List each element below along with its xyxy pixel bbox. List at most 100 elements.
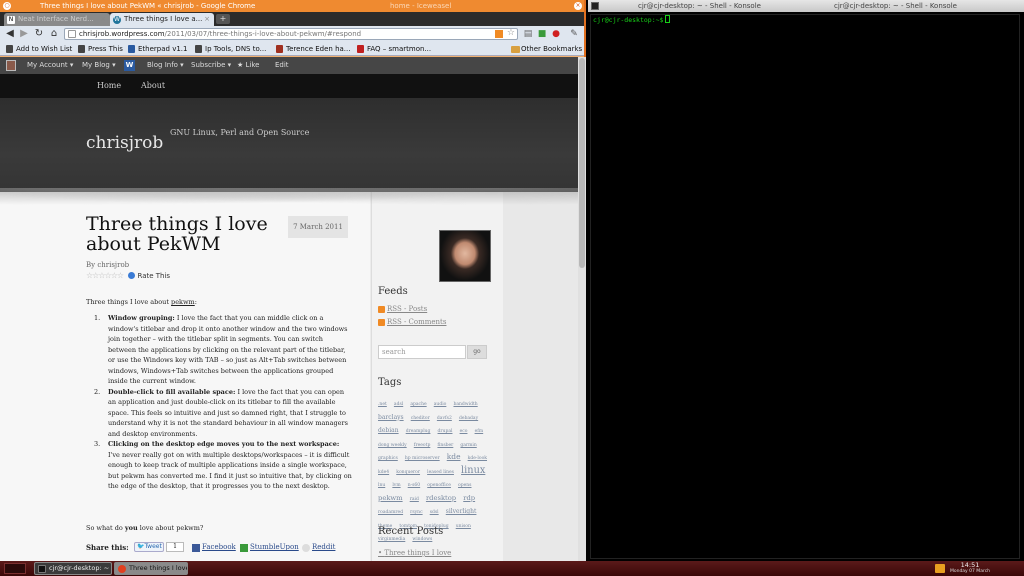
- tag-link[interactable]: linux: [461, 465, 485, 476]
- tag-link[interactable]: .net: [378, 402, 387, 407]
- tag-link[interactable]: davfs2: [437, 416, 452, 421]
- tag-link[interactable]: debian: [378, 427, 399, 434]
- tag-link[interactable]: virginmedia: [378, 537, 405, 542]
- tag-link[interactable]: debaday: [459, 416, 478, 421]
- back-icon[interactable]: ◀: [4, 28, 16, 40]
- other-bookmarks-folder[interactable]: Other Bookmarks: [511, 42, 582, 56]
- konsole-titlebar[interactable]: cjr@cjr-desktop: ~ - Shell - Konsole cjr…: [588, 0, 1024, 12]
- tag-link[interactable]: rdesktop: [426, 494, 456, 502]
- pekwm-link[interactable]: pekwm: [171, 298, 195, 306]
- post-title[interactable]: Three things I love about PekWM: [86, 214, 276, 254]
- admin-like[interactable]: ★ Like: [237, 57, 259, 74]
- tag-link[interactable]: openoffice: [427, 483, 451, 488]
- bookmark-press-this[interactable]: Press This: [78, 42, 123, 56]
- chrome-titlebar[interactable]: ○ Three things I love about PekWM « chri…: [0, 0, 584, 12]
- tag-link[interactable]: bandwidth: [453, 402, 477, 407]
- tag-link[interactable]: barclays: [378, 414, 404, 421]
- new-tab-button[interactable]: +: [216, 14, 230, 24]
- share-facebook[interactable]: Facebook: [192, 543, 236, 552]
- bookmark-ip-tools[interactable]: Ip Tools, DNS to...: [195, 42, 266, 56]
- tag-link[interactable]: leased lines: [427, 470, 454, 475]
- tag-link[interactable]: opens: [458, 483, 471, 488]
- tag-link[interactable]: roadamred: [378, 510, 403, 515]
- admin-blog-info[interactable]: Blog Info ▾: [147, 57, 184, 74]
- bookmark-add-to-wish-list[interactable]: Add to Wish List: [6, 42, 72, 56]
- admin-avatar[interactable]: [6, 60, 16, 71]
- tag-link[interactable]: hp microserver: [405, 456, 440, 461]
- tag-link[interactable]: sdsl: [430, 510, 439, 515]
- terminal-icon[interactable]: [591, 2, 599, 10]
- extension-red-icon[interactable]: ●: [550, 28, 562, 40]
- start-menu-button[interactable]: [4, 563, 26, 574]
- search-input[interactable]: search: [378, 345, 466, 359]
- window-menu-icon[interactable]: ○: [3, 2, 11, 10]
- tag-link[interactable]: unison: [456, 524, 471, 529]
- bookmark-etherpad[interactable]: Etherpad v1.1: [128, 42, 187, 56]
- bookmark-terence-eden[interactable]: Terence Eden ha...: [276, 42, 350, 56]
- nav-home[interactable]: Home: [97, 74, 121, 98]
- tag-link[interactable]: windows: [412, 537, 432, 542]
- terminal[interactable]: cjr@cjr-desktop:~$: [590, 14, 1020, 559]
- tag-link[interactable]: raid: [410, 497, 419, 502]
- tag-link[interactable]: kde: [447, 452, 461, 461]
- tag-link[interactable]: lnu: [378, 483, 385, 488]
- close-tab-icon[interactable]: ×: [100, 13, 106, 26]
- tag-link[interactable]: efm: [475, 429, 484, 434]
- tag-link[interactable]: dreamplug: [406, 429, 431, 434]
- tray-folder-icon[interactable]: [935, 564, 945, 573]
- tag-link[interactable]: freeotp: [414, 443, 431, 448]
- tag-link[interactable]: pekwm: [378, 494, 403, 502]
- tag-link[interactable]: dong weekly: [378, 443, 407, 448]
- admin-edit[interactable]: Edit: [275, 57, 289, 74]
- tab-three-things[interactable]: W Three things I love a... ×: [110, 13, 214, 26]
- info-icon[interactable]: [128, 272, 136, 279]
- task-chrome[interactable]: Three things I love a...: [114, 562, 188, 575]
- close-window-icon[interactable]: ×: [574, 2, 582, 10]
- extension-page-icon[interactable]: ▤: [522, 28, 534, 40]
- extension-green-icon[interactable]: ■: [536, 28, 548, 40]
- nav-about[interactable]: About: [141, 74, 165, 98]
- tag-link[interactable]: silverlight: [446, 508, 477, 515]
- clock-time[interactable]: 14:51: [950, 561, 990, 569]
- tag-link[interactable]: lvm: [392, 483, 400, 488]
- tag-link[interactable]: rdp: [463, 494, 475, 502]
- tag-link[interactable]: cheditor: [411, 416, 430, 421]
- rss-posts-link[interactable]: RSS - Posts: [378, 305, 427, 313]
- site-title[interactable]: chrisjrob: [86, 133, 163, 153]
- tag-link[interactable]: garmin: [460, 443, 476, 448]
- rating-stars[interactable]: ☆☆☆☆☆☆: [86, 271, 124, 280]
- tag-link[interactable]: kde-look: [468, 456, 487, 461]
- home-icon[interactable]: ⌂: [48, 28, 60, 40]
- tag-link[interactable]: drupal: [438, 429, 453, 434]
- rss-feed-icon[interactable]: [495, 30, 503, 38]
- admin-my-account[interactable]: My Account ▾: [27, 57, 73, 74]
- wordpress-logo-icon[interactable]: W: [124, 60, 135, 71]
- task-konsole[interactable]: cjr@cjr-desktop: ~ - ...: [34, 562, 112, 575]
- tag-link[interactable]: adsl: [394, 402, 403, 407]
- tag-link[interactable]: rsync: [410, 510, 422, 515]
- tag-link[interactable]: n-s60: [408, 483, 420, 488]
- tag-link[interactable]: graphics: [378, 456, 398, 461]
- rss-comments-link[interactable]: RSS - Comments: [378, 318, 446, 326]
- url-bar[interactable]: chrisjrob.wordpress.com/2011/03/07/three…: [64, 28, 518, 40]
- admin-subscribe[interactable]: Subscribe ▾: [191, 57, 231, 74]
- reload-icon[interactable]: ↻: [33, 28, 45, 40]
- scrollbar-thumb[interactable]: [579, 58, 585, 268]
- recent-post-link[interactable]: • Three things I love: [378, 549, 451, 557]
- search-button[interactable]: go: [467, 345, 487, 359]
- tweet-button[interactable]: 🐦Tweet: [134, 542, 164, 552]
- bookmark-star-icon[interactable]: ☆: [507, 29, 515, 38]
- close-tab-icon[interactable]: ×: [204, 13, 210, 26]
- share-reddit[interactable]: Reddit: [302, 543, 335, 552]
- tag-link[interactable]: kde4: [378, 470, 389, 475]
- bookmark-faq-smartmon[interactable]: FAQ – smartmon...: [357, 42, 431, 56]
- forward-icon[interactable]: ▶: [18, 28, 30, 40]
- tag-link[interactable]: audio: [434, 402, 447, 407]
- tag-link[interactable]: eco: [460, 429, 468, 434]
- tag-link[interactable]: apache: [410, 402, 426, 407]
- admin-my-blog[interactable]: My Blog ▾: [82, 57, 116, 74]
- tag-link[interactable]: finsber: [437, 443, 453, 448]
- tab-neat-interface[interactable]: N Neat Interface Nerd... ×: [4, 13, 110, 26]
- tag-link[interactable]: konqueror: [396, 470, 420, 475]
- share-stumbleupon[interactable]: StumbleUpon: [240, 543, 299, 552]
